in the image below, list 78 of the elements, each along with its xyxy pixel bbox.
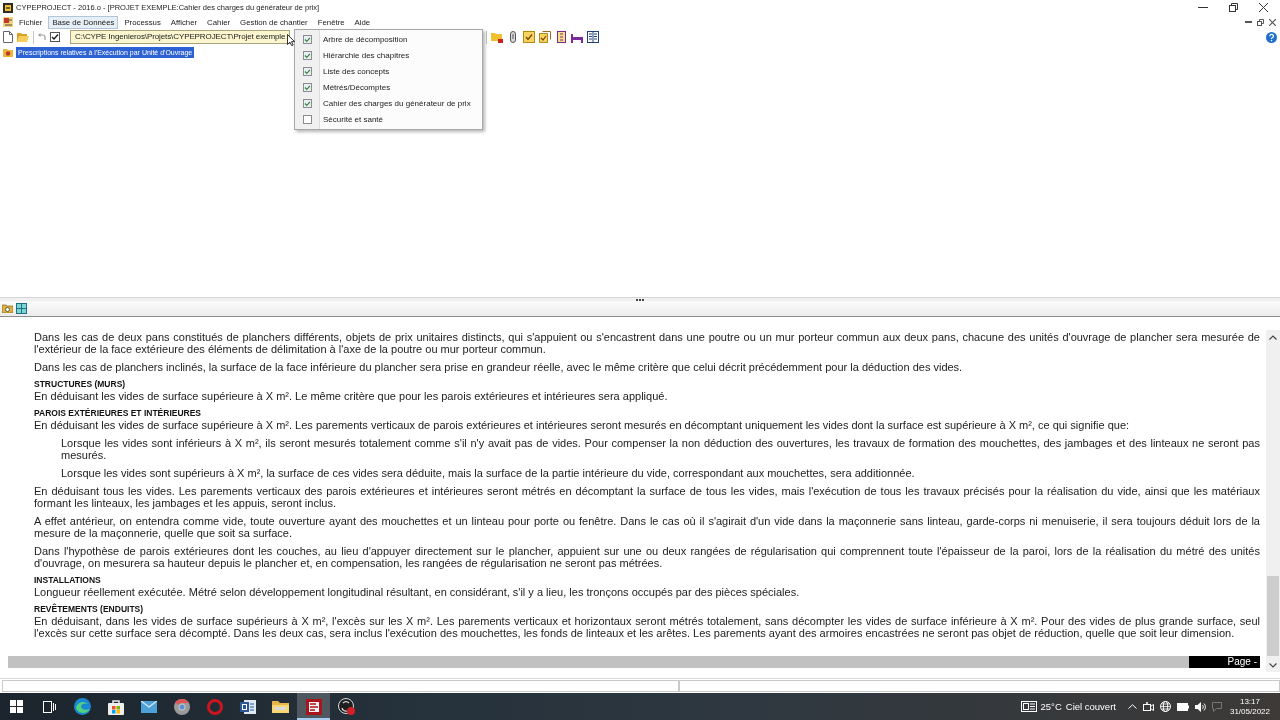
checkbox[interactable] [303, 82, 312, 92]
paragraph: En déduisant, dans les vides de surface supérieurs à X m², l'excès sur les X m². Les parements verticaux et horizontaux seront métrés totalement, sans décompter les vides de surface inférieure à X m². Pour des vides de plus grande surface, seul l'excès sur cette surface sera décompté. Dans les deux cas, sera inclus l'exécution des mouchettes, les fonds de linteaux et les arêtes. Les parements ayant des armoires encastrées ne seront pas objet de réduction, quelle que soit leur dimension. [34, 615, 1260, 639]
swirl-icon [74, 698, 91, 715]
task-view-icon [43, 700, 56, 713]
folder-icon [3, 47, 13, 57]
window-icon [3, 17, 13, 27]
help-icon[interactable] [1266, 31, 1277, 43]
scrollbar-thumb[interactable] [1267, 576, 1279, 656]
clock-time: 13:17 [1239, 696, 1260, 707]
close-icon[interactable] [1269, 18, 1276, 26]
check-document-icon[interactable] [539, 31, 551, 43]
menu-item[interactable]: Sécurité et santé [295, 111, 482, 127]
taskbar-button[interactable] [297, 693, 330, 720]
paragraph: En déduisant les vides de surface supérieure à X m². Les parements verticaux de parois extérieures et intérieures seront mesurés en décomptant uniquement les vides dont la surface est supérieure à X m², ce qui signifie que: [34, 419, 1131, 431]
record-icon [338, 698, 355, 715]
folder-icon[interactable] [2, 304, 13, 313]
paragraph: Longueur réellement exécutée. Métré selon développement longitudinal résultant, en considérant, s'il y a lieu, les tronçons occupés par des pièces spéciales. [34, 586, 801, 598]
section-heading: STRUCTURES (MURS) [34, 379, 127, 390]
envelope-icon [140, 700, 157, 713]
checkbox[interactable] [303, 114, 312, 124]
checkbox[interactable] [303, 34, 312, 44]
folder-icon [272, 700, 289, 713]
menu-item[interactable]: Cahier des charges du générateur de prix [295, 95, 482, 111]
chat-icon[interactable] [1211, 701, 1222, 712]
ring-icon [206, 698, 223, 715]
restore-icon[interactable] [1257, 18, 1264, 26]
checkbox[interactable] [303, 50, 312, 60]
speaker-icon[interactable] [1194, 701, 1206, 712]
caret-up-icon[interactable] [1269, 334, 1277, 340]
temperature-text: 25°C [1040, 701, 1062, 712]
document-icon [239, 698, 256, 715]
paragraph: Lorsque les vides sont inférieurs à X m², ils seront mesurés totalement comme s'il n'y avait pas de vides. Pour compenser la non déduction des ouvertures, les travaux de formation des mouchettes, des jambages et des linteaux ne seront pas mesurés. [61, 437, 1260, 461]
circle-icon [173, 698, 190, 715]
menu-item[interactable]: Arbre de décomposition [295, 31, 482, 47]
news-icon [1020, 701, 1037, 712]
check-square-icon[interactable] [523, 31, 535, 43]
checkbox[interactable] [303, 66, 312, 76]
paragraph: En déduisant les vides de surface supérieure à X m². Le même critère que pour les parois extérieures et intérieures sera appliqué. [34, 390, 669, 402]
section-heading: PAROIS EXTÉRIEURES ET INTÉRIEURES [34, 408, 203, 419]
checkbox[interactable] [303, 98, 312, 108]
paragraph: Lorsque les vides sont supérieurs à X m², la surface de ces vides sera déduite, mais la surface de la partie intérieure du vide, correspondant aux mouchettes, sera additionnée. [61, 467, 916, 479]
clip-icon[interactable] [507, 31, 519, 43]
bench-icon[interactable] [571, 31, 583, 43]
grid-icon[interactable] [16, 303, 27, 314]
paragraph: En déduisant tous les vides. Les parements verticaux des parois extérieures et intérieures seront métrés en décomptant la surface de tous les vides, mais l'exécution de tous les travaux précisés pour la réalisation du vide, ainsi que les matériaux formant les linteaux, les jambages et les appuis, seront inclus. [34, 485, 1260, 509]
menu-item[interactable]: Liste des concepts [295, 63, 482, 79]
menu-item[interactable]: Hiérarchie des chapitres [295, 47, 482, 63]
paragraph: Dans les cas de planchers inclinés, la surface de la face inférieure du plancher sera prise en grandeur réelle, avec le même critère que celui décrit précédemment pour la déduction des vides. [34, 361, 964, 373]
paragraph: A effet antérieur, on entendra comme vide, toute ouverture ayant des mouchettes et un linteau pour porte ou fenêtre. Dans le cas où il s'agirait d'un vide dans la maçonnerie sans linteau, garde-corps ni menuiserie, il sera toujours déduit lors de la mesure de la maçonnerie, quelle que soit sa surface. [34, 515, 1260, 539]
app-icon [305, 698, 322, 715]
paragraph: Dans l'hypothèse de parois extérieures dont les couches, au lieu d'appuyer directement sur le plancher, appuient sur une ou deux rangées de régularisation qui comprennent toute l'épaisseur de la paroi, lors de la réalisation du métré des unités d'ouvrage, on mesurera sa hauteur depuis le plancher et, en compensation, les rangées de régularisation ne seront pas métrées. [34, 545, 1260, 569]
section-heading: REVÊTEMENTS (ENDUITS) [34, 604, 145, 615]
chevron-up-icon[interactable] [1127, 704, 1137, 709]
battery-icon[interactable] [1176, 702, 1189, 711]
undo-icon[interactable] [38, 33, 46, 41]
folder-icon[interactable] [491, 31, 503, 43]
page-label: Page - [1189, 656, 1260, 668]
scrollbar[interactable] [1266, 330, 1280, 672]
paragraph: Dans les cas de deux pans constitués de planchers différents, objets de prix unitaires distincts, qui s'appuient ou s'encastrent dans une poutre ou un mur porteur commun aux deux pans, chacune des unités d'ouvrage de plancher sera mesurée de l'extérieur de la face extérieure des éléments de délimitation à l'axe de la poutre ou mur porteur commun. [34, 331, 1260, 355]
clock-date: 31/05/2022 [1229, 706, 1270, 717]
minimize-icon [1198, 7, 1208, 8]
checkbox[interactable] [50, 32, 60, 42]
shopping-bag-icon [107, 698, 124, 715]
path-tooltip: C:\CYPE Ingenieros\Projets\CYPEPROJECT\Projet exemple [70, 30, 291, 44]
close-icon [1258, 3, 1268, 12]
camera-icon[interactable] [1142, 701, 1154, 712]
document-icon[interactable] [555, 31, 567, 43]
columns-icon[interactable] [587, 31, 599, 43]
caret-down-icon[interactable] [1269, 662, 1277, 668]
menu-item[interactable]: Métrés/Décomptes [295, 79, 482, 95]
grip-icon[interactable] [636, 298, 644, 301]
start-icon [10, 700, 23, 713]
new-document-icon[interactable] [3, 31, 13, 43]
globe-icon[interactable] [1159, 701, 1171, 712]
weather-text: Ciel couvert [1065, 701, 1116, 712]
app-icon [3, 2, 13, 13]
restore-icon [1228, 3, 1238, 12]
section-heading: INSTALLATIONS [34, 575, 102, 586]
